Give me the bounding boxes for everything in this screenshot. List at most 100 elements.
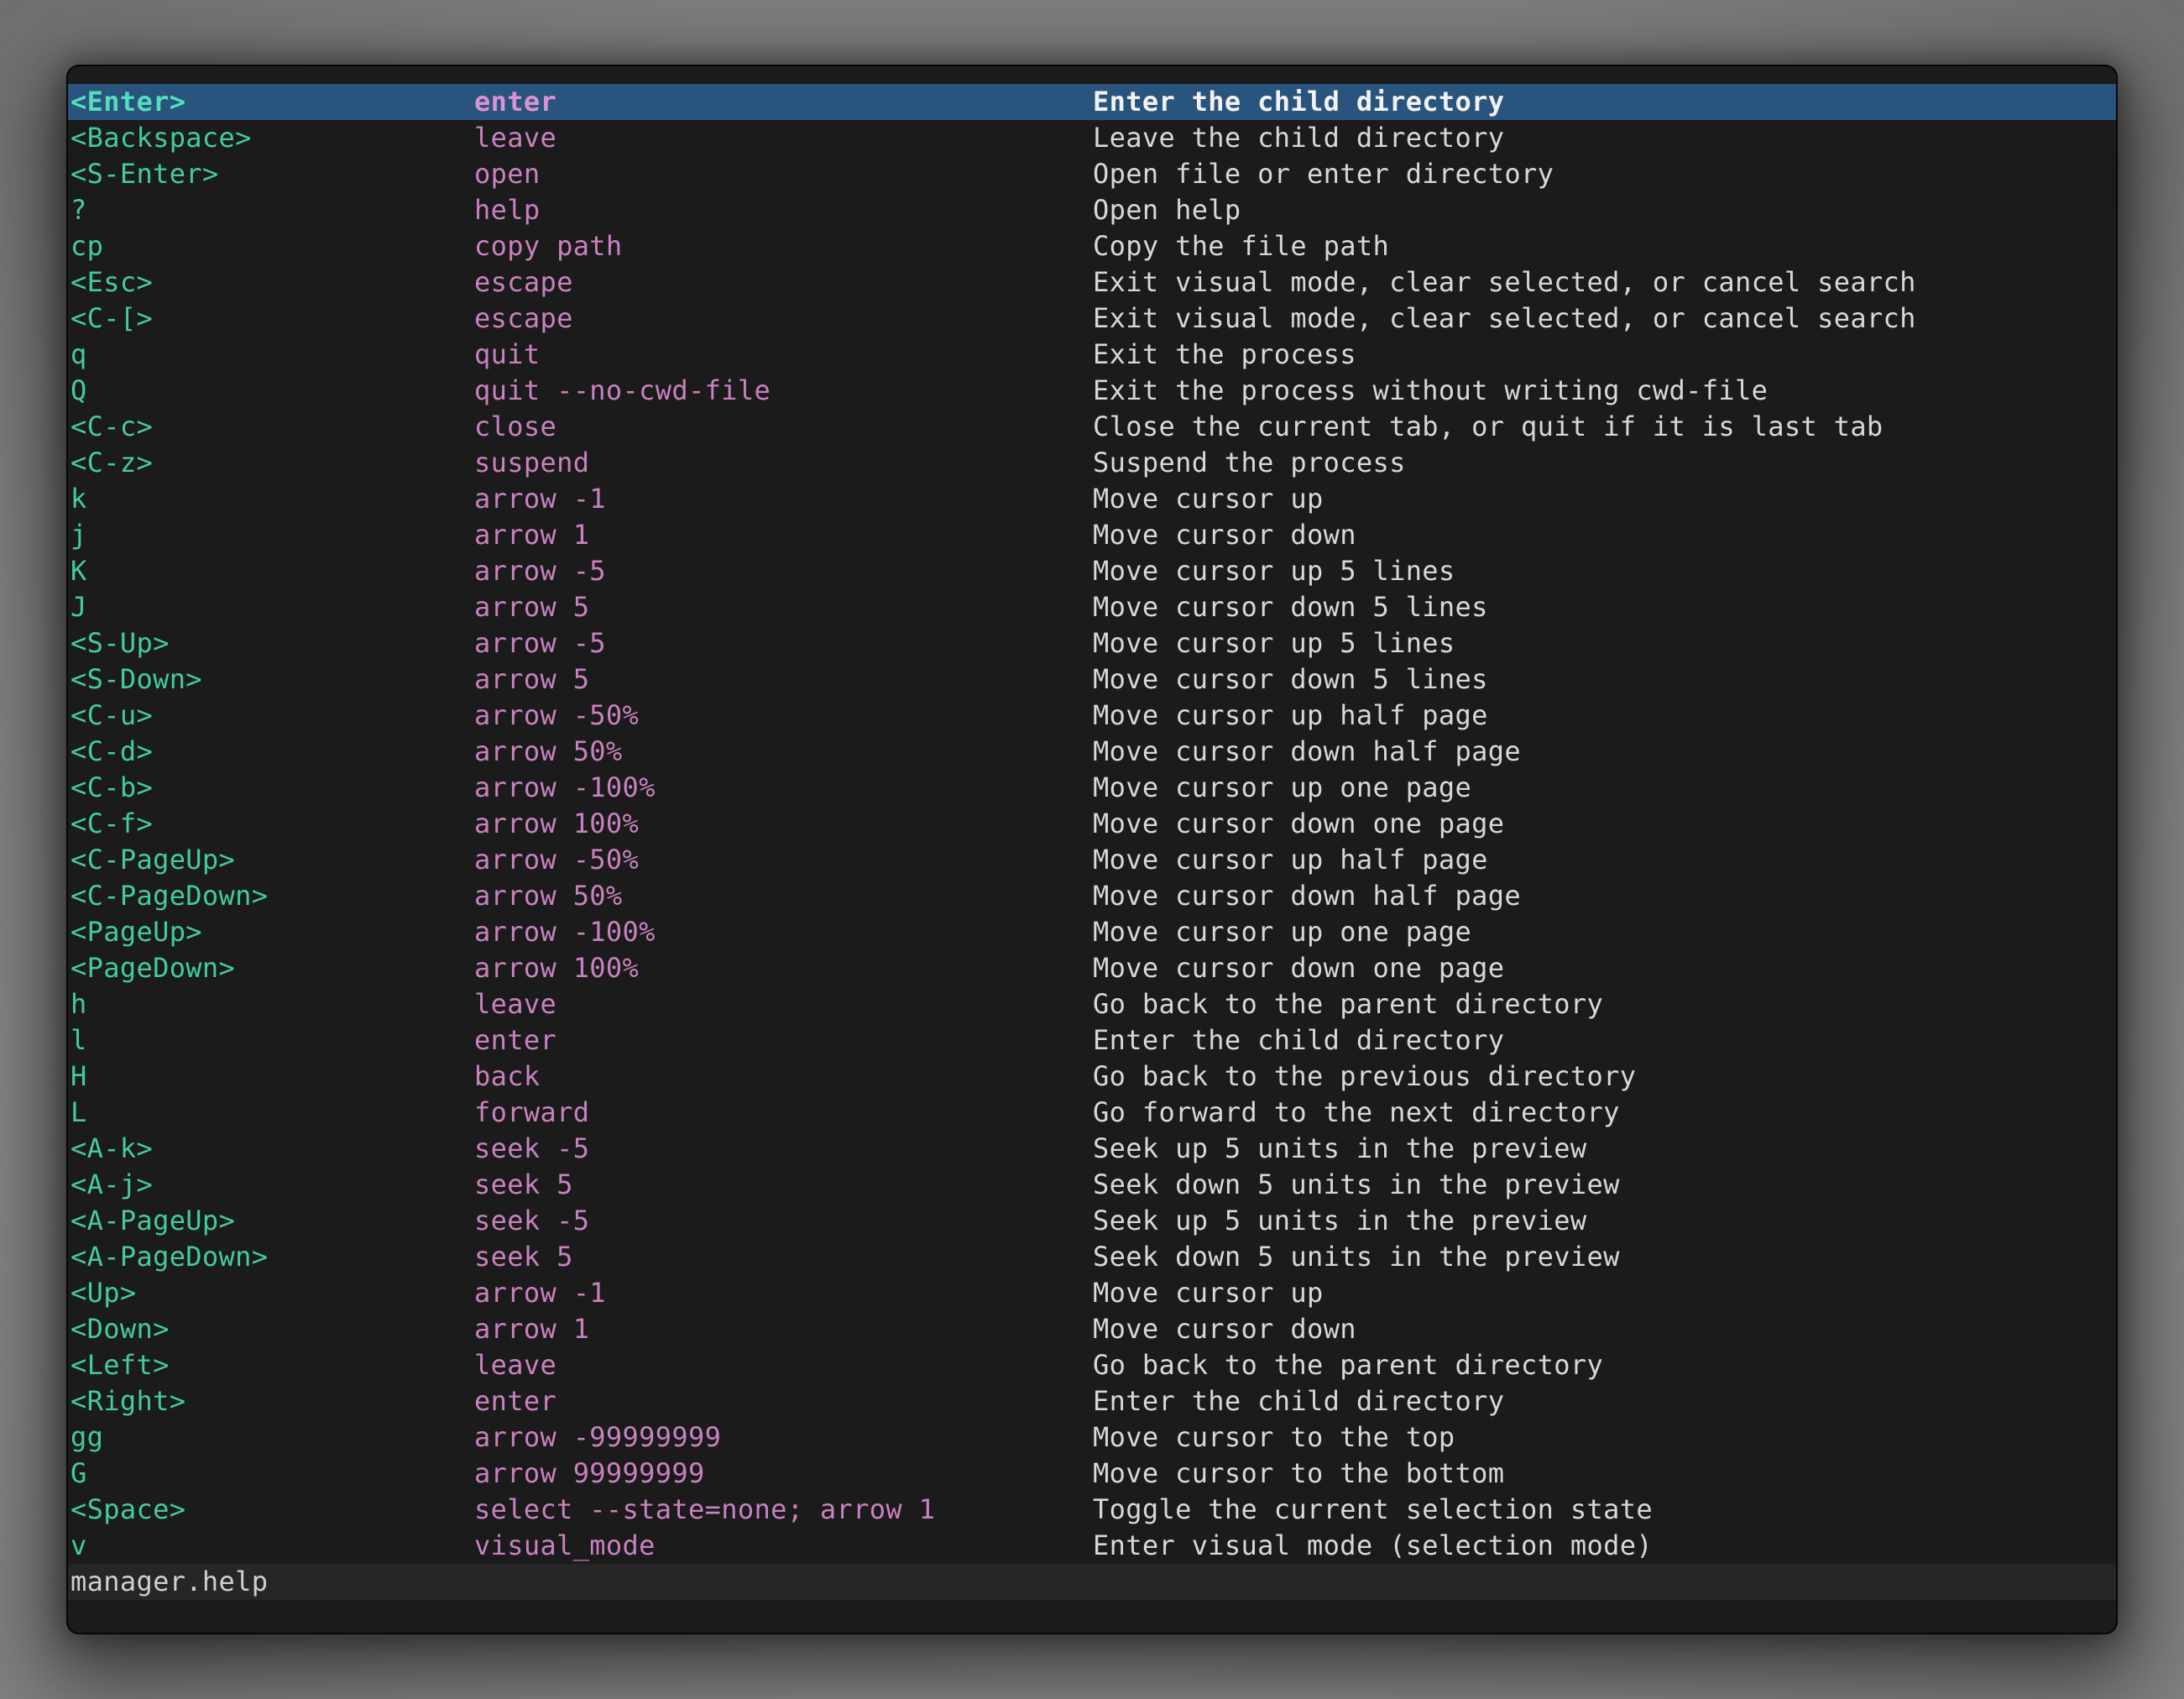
keybind-key-cell: <S-Enter>: [71, 156, 219, 192]
keybind-description-cell: Move cursor up: [1093, 481, 1324, 517]
keybind-description-cell: Go forward to the next directory: [1093, 1095, 1620, 1131]
keybind-key-cell: <Right>: [71, 1383, 185, 1419]
keybind-key-cell: <S-Down>: [71, 661, 202, 698]
status-bar: manager.help: [68, 1564, 2116, 1600]
keybind-row[interactable]: <C-z> suspend Suspend the process: [68, 445, 2116, 481]
keybind-description-cell: Move cursor to the top: [1093, 1419, 1455, 1456]
keybind-command-cell: select --state=none; arrow 1: [474, 1492, 935, 1528]
keybind-description-cell: Move cursor down 5 lines: [1093, 589, 1488, 625]
keybind-row[interactable]: <C-b> arrow -100% Move cursor up one pag…: [68, 770, 2116, 806]
keybind-description-cell: Copy the file path: [1093, 228, 1389, 264]
keybind-key-cell: <C-f>: [71, 806, 153, 842]
keybind-command-cell: enter: [474, 1383, 556, 1419]
keybind-row[interactable]: cp copy path Copy the file path: [68, 228, 2116, 264]
keybind-row[interactable]: H back Go back to the previous directory: [68, 1059, 2116, 1095]
keybind-description-cell: Move cursor down: [1093, 517, 1356, 553]
keybind-row[interactable]: <S-Enter> open Open file or enter direct…: [68, 156, 2116, 192]
keybind-description-cell: Exit the process without writing cwd-fil…: [1093, 373, 1768, 409]
keybind-description-cell: Go back to the parent directory: [1093, 986, 1603, 1022]
keybind-command-cell: escape: [474, 301, 573, 337]
keybind-command-cell: suspend: [474, 445, 589, 481]
keybind-row[interactable]: <PageUp> arrow -100% Move cursor up one …: [68, 914, 2116, 950]
keybind-description-cell: Move cursor down 5 lines: [1093, 661, 1488, 698]
keybind-row[interactable]: <Down> arrow 1 Move cursor down: [68, 1311, 2116, 1347]
desktop-background: { "colors": { "page_bg_top": "#7e7e7e", …: [0, 0, 2184, 1699]
keybind-command-cell: seek 5: [474, 1167, 573, 1203]
keybind-row[interactable]: <Backspace> leave Leave the child direct…: [68, 120, 2116, 156]
keybind-command-cell: arrow 100%: [474, 950, 639, 986]
keybind-description-cell: Move cursor up: [1093, 1275, 1324, 1311]
keybind-description-cell: Move cursor up one page: [1093, 914, 1471, 950]
keybind-description-cell: Move cursor down half page: [1093, 734, 1521, 770]
keybind-row[interactable]: <PageDown> arrow 100% Move cursor down o…: [68, 950, 2116, 986]
keybind-row[interactable]: J arrow 5 Move cursor down 5 lines: [68, 589, 2116, 625]
keybind-description-cell: Go back to the parent directory: [1093, 1347, 1603, 1383]
keybind-row[interactable]: Q quit --no-cwd-file Exit the process wi…: [68, 373, 2116, 409]
keybind-row[interactable]: <A-k> seek -5 Seek up 5 units in the pre…: [68, 1131, 2116, 1167]
keybind-row[interactable]: <Right> enter Enter the child directory: [68, 1383, 2116, 1419]
keybind-key-cell: <C-PageUp>: [71, 842, 235, 878]
keybind-command-cell: arrow -5: [474, 625, 606, 661]
keybind-row[interactable]: L forward Go forward to the next directo…: [68, 1095, 2116, 1131]
keybind-row[interactable]: <C-PageDown> arrow 50% Move cursor down …: [68, 878, 2116, 914]
keybind-row[interactable]: j arrow 1 Move cursor down: [68, 517, 2116, 553]
keybind-key-cell: J: [71, 589, 87, 625]
keybind-row[interactable]: <A-j> seek 5 Seek down 5 units in the pr…: [68, 1167, 2116, 1203]
keybind-command-cell: enter: [474, 1022, 556, 1059]
keybind-command-cell: arrow -50%: [474, 842, 639, 878]
keybind-row[interactable]: k arrow -1 Move cursor up: [68, 481, 2116, 517]
keybind-key-cell: cp: [71, 228, 103, 264]
keybind-description-cell: Move cursor up 5 lines: [1093, 625, 1455, 661]
keybind-row[interactable]: h leave Go back to the parent directory: [68, 986, 2116, 1022]
keybind-key-cell: H: [71, 1059, 87, 1095]
keybind-command-cell: arrow -100%: [474, 914, 656, 950]
keybind-row[interactable]: <C-c> close Close the current tab, or qu…: [68, 409, 2116, 445]
keybind-key-cell: <C-[>: [71, 301, 153, 337]
keybind-row[interactable]: <C-PageUp> arrow -50% Move cursor up hal…: [68, 842, 2116, 878]
keybind-row[interactable]: <A-PageUp> seek -5 Seek up 5 units in th…: [68, 1203, 2116, 1239]
keybind-key-cell: <Left>: [71, 1347, 170, 1383]
keybind-description-cell: Open help: [1093, 192, 1241, 228]
keybind-key-cell: q: [71, 337, 87, 373]
keybind-row[interactable]: G arrow 99999999 Move cursor to the bott…: [68, 1456, 2116, 1492]
keybind-row[interactable]: <Space> select --state=none; arrow 1 Tog…: [68, 1492, 2116, 1528]
keybind-description-cell: Move cursor to the bottom: [1093, 1456, 1504, 1492]
keybind-command-cell: escape: [474, 264, 573, 301]
keybind-row[interactable]: <Esc> escape Exit visual mode, clear sel…: [68, 264, 2116, 301]
yazi-help-screen: <Enter> enter Enter the child directory …: [68, 66, 2116, 1633]
keybind-description-cell: Move cursor down half page: [1093, 878, 1521, 914]
keybind-row[interactable]: <C-[> escape Exit visual mode, clear sel…: [68, 301, 2116, 337]
keybind-command-cell: open: [474, 156, 540, 192]
keybind-row[interactable]: q quit Exit the process: [68, 337, 2116, 373]
keybind-command-cell: leave: [474, 120, 556, 156]
keybind-key-cell: j: [71, 517, 87, 553]
keybind-row[interactable]: l enter Enter the child directory: [68, 1022, 2116, 1059]
keybind-row[interactable]: <C-f> arrow 100% Move cursor down one pa…: [68, 806, 2116, 842]
keybind-row[interactable]: ? help Open help: [68, 192, 2116, 228]
keybind-row[interactable]: <Enter> enter Enter the child directory: [68, 84, 2116, 120]
keybind-row[interactable]: v visual_mode Enter visual mode (selecti…: [68, 1528, 2116, 1564]
keybind-row[interactable]: K arrow -5 Move cursor up 5 lines: [68, 553, 2116, 589]
keybind-description-cell: Enter the child directory: [1093, 1383, 1504, 1419]
keybind-row[interactable]: <C-d> arrow 50% Move cursor down half pa…: [68, 734, 2116, 770]
keybind-command-cell: arrow 50%: [474, 734, 623, 770]
keybind-row[interactable]: <S-Down> arrow 5 Move cursor down 5 line…: [68, 661, 2116, 698]
keybind-key-cell: <C-PageDown>: [71, 878, 268, 914]
keybind-row[interactable]: <C-u> arrow -50% Move cursor up half pag…: [68, 698, 2116, 734]
keybind-key-cell: <C-d>: [71, 734, 153, 770]
keybind-row[interactable]: gg arrow -99999999 Move cursor to the to…: [68, 1419, 2116, 1456]
keybind-description-cell: Seek down 5 units in the preview: [1093, 1167, 1620, 1203]
keybind-row[interactable]: <Up> arrow -1 Move cursor up: [68, 1275, 2116, 1311]
keybind-description-cell: Move cursor down one page: [1093, 806, 1504, 842]
keybind-description-cell: Suspend the process: [1093, 445, 1406, 481]
keybind-row[interactable]: <S-Up> arrow -5 Move cursor up 5 lines: [68, 625, 2116, 661]
keybind-command-cell: quit --no-cwd-file: [474, 373, 771, 409]
keybind-command-cell: seek -5: [474, 1131, 589, 1167]
keybind-description-cell: Seek up 5 units in the preview: [1093, 1131, 1586, 1167]
keybind-row[interactable]: <A-PageDown> seek 5 Seek down 5 units in…: [68, 1239, 2116, 1275]
keybind-command-cell: arrow -100%: [474, 770, 656, 806]
keybind-key-cell: <Backspace>: [71, 120, 252, 156]
keybind-description-cell: Move cursor up one page: [1093, 770, 1471, 806]
keybind-key-cell: <A-k>: [71, 1131, 153, 1167]
keybind-row[interactable]: <Left> leave Go back to the parent direc…: [68, 1347, 2116, 1383]
